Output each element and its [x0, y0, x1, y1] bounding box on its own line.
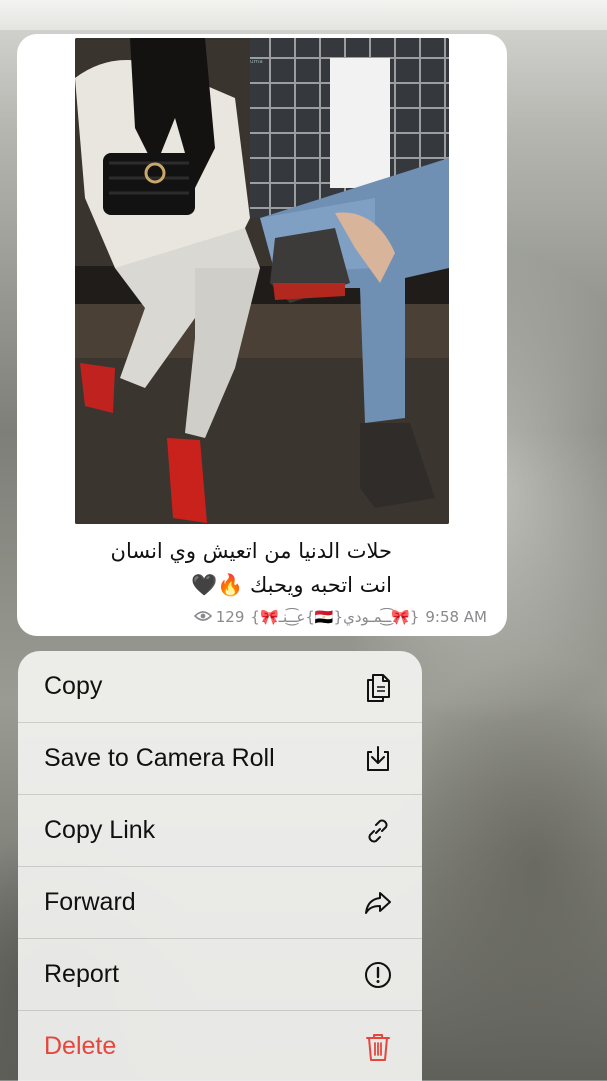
caption-line-1: حلات الدنيا من اتعيش وي انسان	[110, 539, 392, 563]
menu-item-copy-link[interactable]: Copy Link	[18, 795, 422, 867]
link-icon	[362, 815, 394, 847]
view-count-label: 129	[215, 608, 245, 626]
trash-icon	[362, 1031, 394, 1063]
message-bubble[interactable]: ᵘᵐᵃ حلات الدنيا من اتعيش وي انسان انت ات…	[17, 34, 507, 636]
copy-icon	[362, 671, 394, 703]
save-download-icon	[362, 743, 394, 775]
menu-item-label: Forward	[44, 888, 136, 916]
exclamation-circle-icon	[362, 959, 394, 991]
message-meta: 129 {🎀عـ͜͡ـنـ{🇪🇬}ـ͜͡ـمـودي🎀} 9:58 AM	[193, 606, 487, 628]
menu-item-copy[interactable]: Copy	[18, 651, 422, 723]
blurred-header	[0, 0, 607, 30]
menu-item-label: Save to Camera Roll	[44, 744, 275, 772]
couple-photo-illustration: ᵘᵐᵃ	[75, 38, 449, 524]
menu-item-delete[interactable]: Delete	[18, 1011, 422, 1081]
menu-item-label: Copy Link	[44, 816, 156, 844]
message-time: 9:58 AM	[425, 608, 487, 626]
svg-text:ᵘᵐᵃ: ᵘᵐᵃ	[250, 59, 263, 69]
menu-item-label: Report	[44, 960, 120, 988]
message-caption: حلات الدنيا من اتعيش وي انسان انت اتحبه …	[37, 534, 392, 602]
message-photo[interactable]: ᵘᵐᵃ	[75, 38, 449, 524]
menu-item-forward[interactable]: Forward	[18, 867, 422, 939]
context-menu: Copy Save to Camera Roll Copy Link Forwa…	[18, 651, 422, 1081]
menu-item-label: Delete	[44, 1032, 117, 1060]
view-count: 129	[193, 608, 245, 626]
forward-arrow-icon	[362, 887, 394, 919]
caption-line-2: انت اتحبه ويحبك 🔥🖤	[190, 573, 392, 597]
menu-item-save-to-camera-roll[interactable]: Save to Camera Roll	[18, 723, 422, 795]
menu-item-label: Copy	[44, 672, 103, 700]
eye-icon	[193, 608, 212, 626]
menu-item-report[interactable]: Report	[18, 939, 422, 1011]
author-signature: {🎀عـ͜͡ـنـ{🇪🇬}ـ͜͡ـمـودي🎀}	[250, 608, 420, 626]
